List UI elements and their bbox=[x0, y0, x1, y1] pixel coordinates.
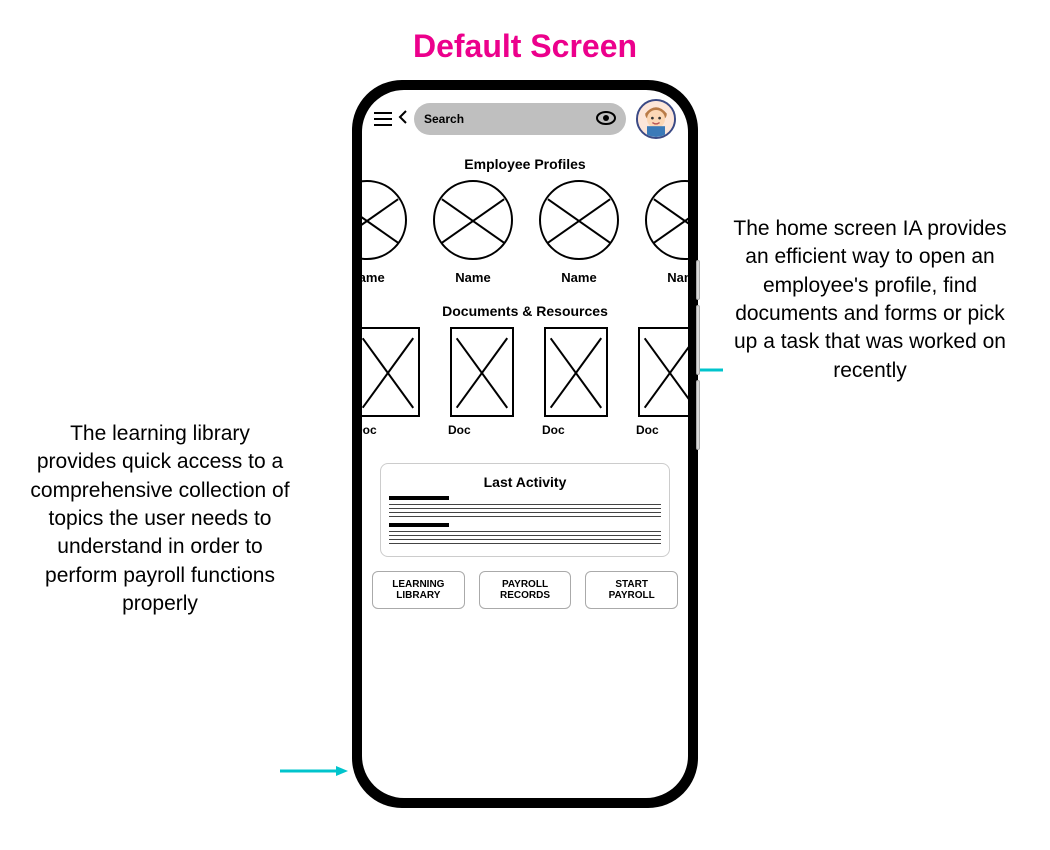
documents-row[interactable]: Doc Doc Doc Doc bbox=[362, 327, 680, 437]
document-item[interactable]: Doc bbox=[540, 327, 612, 437]
search-placeholder: Search bbox=[424, 112, 464, 126]
phone-frame: Search Employee bbox=[352, 80, 698, 808]
image-placeholder-icon bbox=[645, 180, 688, 260]
profile-item[interactable]: Name bbox=[536, 180, 622, 285]
search-input[interactable]: Search bbox=[414, 103, 626, 135]
profile-label: Name bbox=[667, 270, 688, 285]
footer-buttons: LEARNING LIBRARY PAYROLL RECORDS START P… bbox=[362, 557, 688, 627]
image-placeholder-icon bbox=[433, 180, 513, 260]
profile-item[interactable]: Name bbox=[642, 180, 688, 285]
image-placeholder-icon bbox=[362, 327, 420, 417]
documents-section: Documents & Resources Doc Doc Doc bbox=[362, 303, 688, 437]
arrow-icon bbox=[280, 764, 348, 776]
section-title: Last Activity bbox=[389, 474, 661, 490]
profiles-row[interactable]: Name Name Name Name bbox=[362, 180, 680, 285]
last-activity-section: Last Activity bbox=[362, 463, 688, 557]
topbar: Search bbox=[362, 90, 688, 138]
phone-side-button bbox=[696, 260, 700, 300]
profile-item[interactable]: Name bbox=[362, 180, 410, 285]
document-item[interactable]: Doc bbox=[362, 327, 424, 437]
profile-label: Name bbox=[561, 270, 596, 285]
document-item[interactable]: Doc bbox=[634, 327, 688, 437]
section-title: Documents & Resources bbox=[370, 303, 680, 319]
activity-item[interactable] bbox=[389, 523, 661, 544]
payroll-records-button[interactable]: PAYROLL RECORDS bbox=[479, 571, 572, 609]
document-item[interactable]: Doc bbox=[446, 327, 518, 437]
image-placeholder-icon bbox=[362, 180, 407, 260]
profile-label: Name bbox=[362, 270, 385, 285]
start-payroll-button[interactable]: START PAYROLL bbox=[585, 571, 678, 609]
avatar[interactable] bbox=[636, 99, 676, 139]
phone-side-button bbox=[696, 380, 700, 450]
back-icon[interactable] bbox=[398, 110, 408, 129]
last-activity-card[interactable]: Last Activity bbox=[380, 463, 670, 557]
profile-label: Name bbox=[455, 270, 490, 285]
annotation-right: The home screen IA provides an efficient… bbox=[730, 215, 1010, 385]
image-placeholder-icon bbox=[539, 180, 619, 260]
document-label: Doc bbox=[636, 423, 659, 437]
image-placeholder-icon bbox=[544, 327, 608, 417]
section-title: Employee Profiles bbox=[370, 156, 680, 172]
phone-side-button bbox=[696, 305, 700, 375]
activity-item[interactable] bbox=[389, 496, 661, 517]
learning-library-button[interactable]: LEARNING LIBRARY bbox=[372, 571, 465, 609]
document-label: Doc bbox=[448, 423, 471, 437]
phone-screen: Search Employee bbox=[362, 90, 688, 798]
annotation-left: The learning library provides quick acce… bbox=[30, 420, 290, 618]
eye-icon[interactable] bbox=[596, 111, 616, 128]
document-label: Doc bbox=[542, 423, 565, 437]
page-title: Default Screen bbox=[0, 28, 1050, 65]
image-placeholder-icon bbox=[450, 327, 514, 417]
image-placeholder-icon bbox=[638, 327, 688, 417]
profile-item[interactable]: Name bbox=[430, 180, 516, 285]
employee-profiles-section: Employee Profiles Name Name Name bbox=[362, 156, 688, 285]
hamburger-icon[interactable] bbox=[374, 112, 392, 126]
document-label: Doc bbox=[362, 423, 377, 437]
